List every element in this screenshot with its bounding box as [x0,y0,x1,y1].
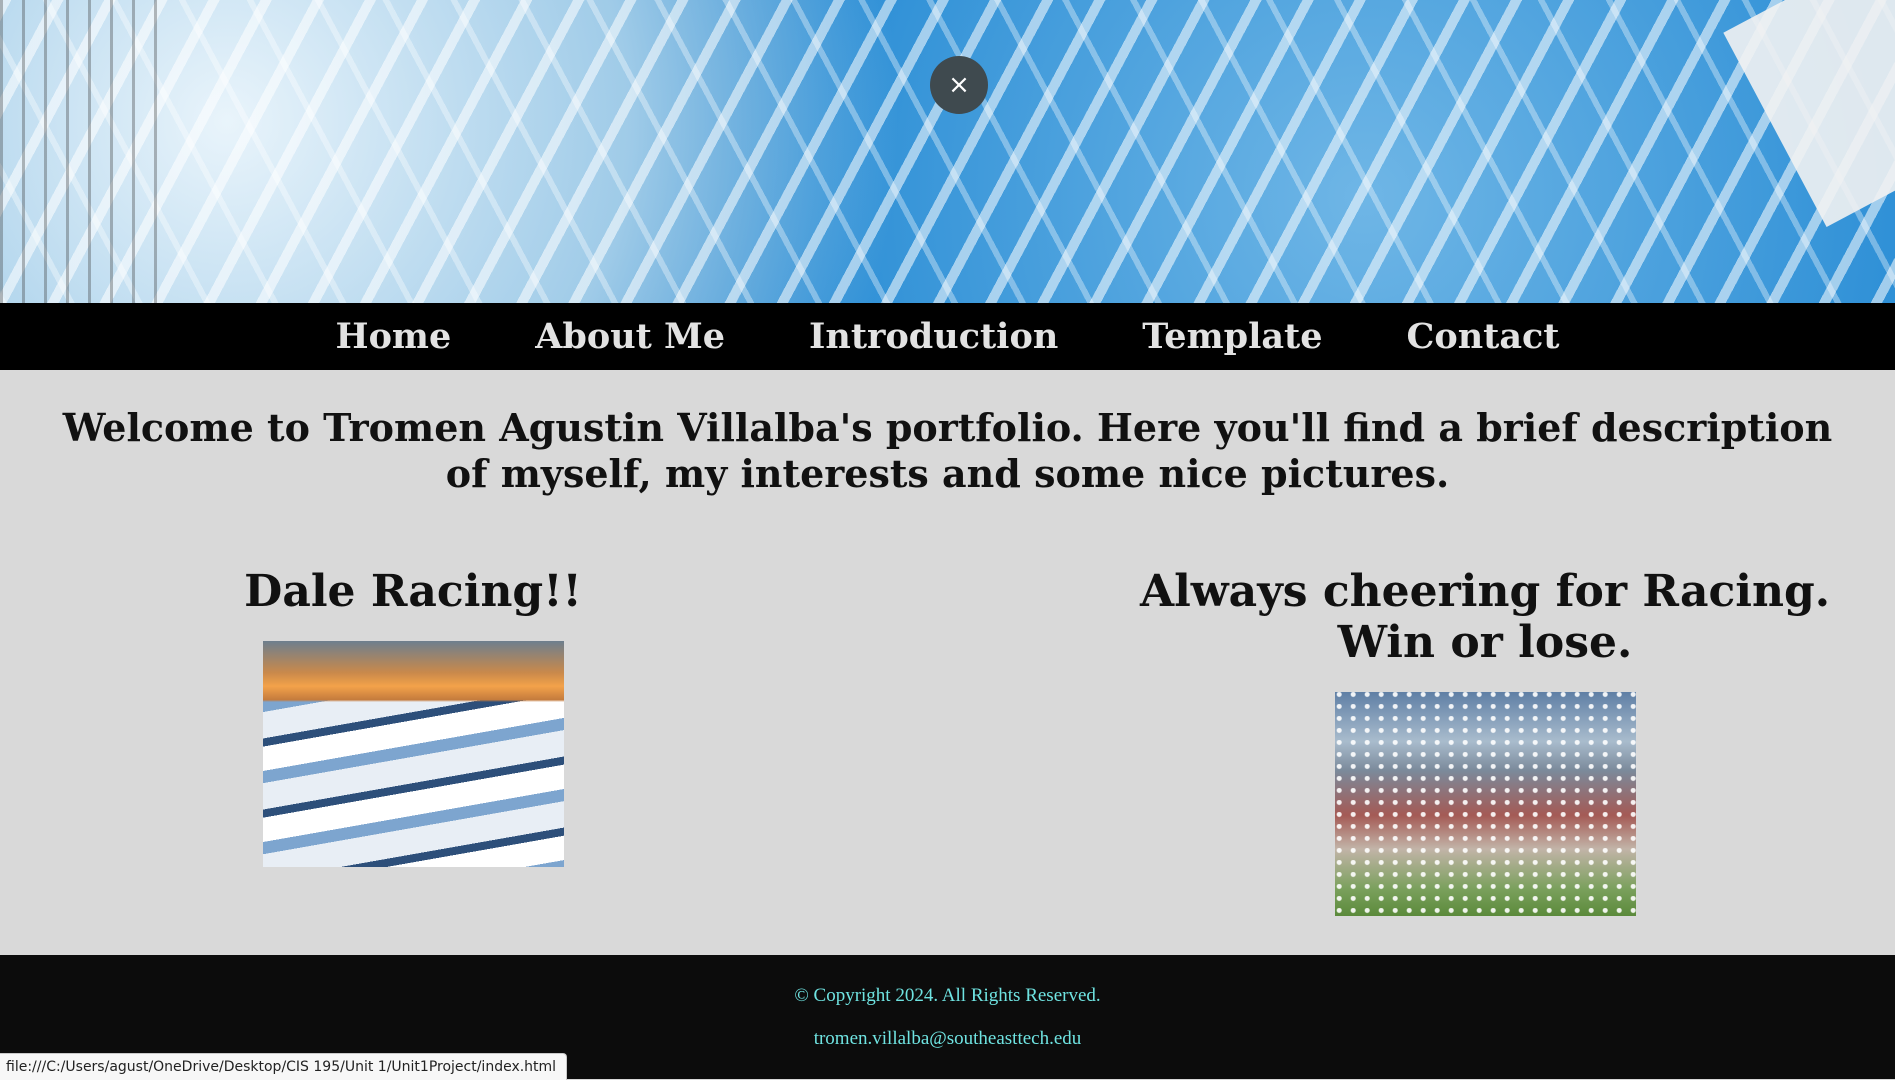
hero-flag [1723,0,1895,228]
nav-item-about-me[interactable]: About Me [535,316,725,357]
right-heading: Always cheering for Racing. Win or lose. [1139,566,1831,668]
close-icon[interactable]: × [930,56,988,114]
browser-status-bar: file:///C:/Users/agust/OneDrive/Desktop/… [0,1053,568,1080]
footer-copyright: © Copyright 2024. All Rights Reserved. [794,985,1101,1006]
welcome-heading: Welcome to Tromen Agustin Villalba's por… [62,405,1833,496]
nav-item-introduction[interactable]: Introduction [809,316,1058,357]
nav-item-template[interactable]: Template [1142,316,1322,357]
stadium-banner-photo [262,641,564,867]
stadium-confetti-photo [1334,692,1636,916]
hero-railing [0,0,160,303]
right-column: Always cheering for Racing. Win or lose. [1135,566,1835,916]
main-nav: Home About Me Introduction Template Cont… [0,303,1895,370]
nav-item-home[interactable]: Home [336,316,452,357]
left-heading: Dale Racing!! [244,566,582,617]
footer-email-link[interactable]: tromen.villalba@southeasttech.edu [0,1028,1895,1050]
left-column: Dale Racing!! [213,566,613,867]
hero-banner-image [0,0,1895,303]
nav-item-contact[interactable]: Contact [1407,316,1560,357]
